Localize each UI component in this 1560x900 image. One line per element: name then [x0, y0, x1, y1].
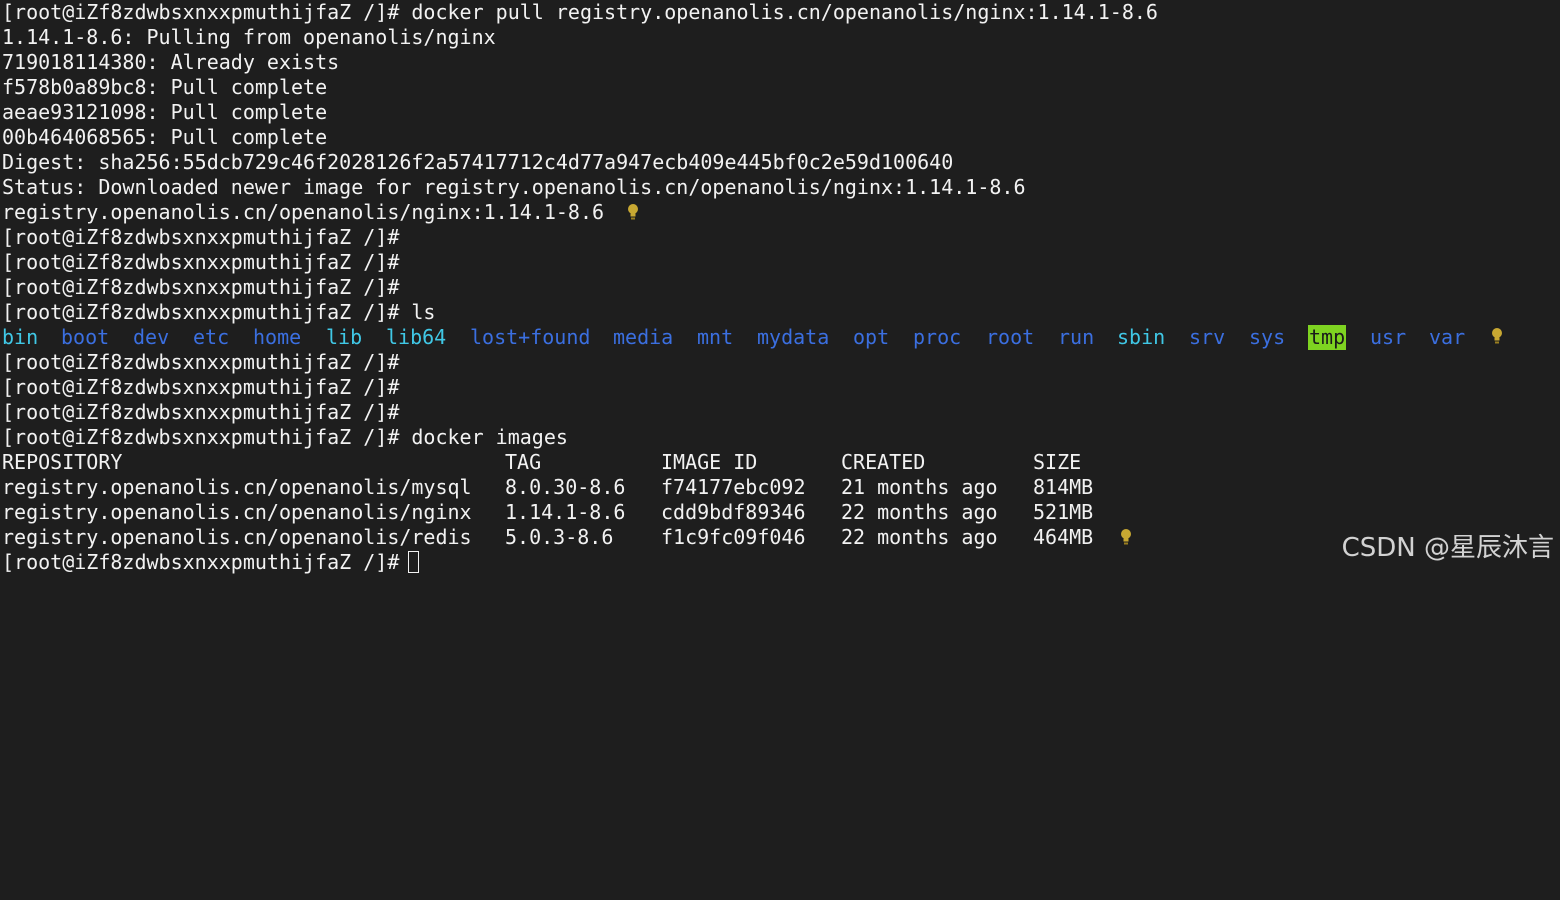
ls-entry: sbin	[1117, 325, 1166, 349]
ls-entry: etc	[193, 325, 230, 349]
ls-output: bin boot dev etc home lib lib64 lost+fou…	[2, 325, 1502, 350]
ls-entry: dev	[133, 325, 170, 349]
cursor-block[interactable]	[408, 551, 419, 573]
column-header-size: SIZE	[1033, 450, 1082, 474]
terminal-line: 719018114380: Already exists	[2, 50, 340, 74]
ls-entry: srv	[1189, 325, 1226, 349]
terminal-line: [root@iZf8zdwbsxnxxpmuthijfaZ /]#	[2, 375, 400, 399]
ls-entry: lost+found	[470, 325, 591, 349]
terminal-line: registry.openanolis.cn/openanolis/nginx:…	[2, 200, 605, 224]
cell-repository: registry.openanolis.cn/openanolis/mysql	[2, 475, 472, 499]
column-header-created: CREATED	[841, 450, 926, 474]
terminal-line: [root@iZf8zdwbsxnxxpmuthijfaZ /]#	[2, 275, 400, 299]
cell-size: 521MB	[1033, 500, 1094, 524]
ls-entry: root	[986, 325, 1035, 349]
ls-entry: proc	[913, 325, 962, 349]
lightbulb-icon[interactable]	[1120, 527, 1132, 545]
cell-image-id: f1c9fc09f046	[661, 525, 806, 549]
cell-tag: 8.0.30-8.6	[505, 475, 626, 499]
cell-image-id: f74177ebc092	[661, 475, 806, 499]
column-header-repository: REPOSITORY	[2, 450, 123, 474]
terminal-line: [root@iZf8zdwbsxnxxpmuthijfaZ /]#	[2, 350, 400, 374]
ls-entry: home	[253, 325, 302, 349]
cell-image-id: cdd9bdf89346	[661, 500, 806, 524]
ls-entry: run	[1058, 325, 1095, 349]
terminal-window[interactable]: [root@iZf8zdwbsxnxxpmuthijfaZ /]# docker…	[0, 0, 1560, 576]
table-row: registry.openanolis.cn/openanolis/mysql …	[2, 475, 1302, 500]
ls-entry: mnt	[697, 325, 734, 349]
terminal-line: 00b464068565: Pull complete	[2, 125, 328, 149]
cell-size: 814MB	[1033, 475, 1094, 499]
terminal-line: Digest: sha256:55dcb729c46f2028126f2a574…	[2, 150, 954, 174]
ls-entry: media	[613, 325, 674, 349]
lightbulb-icon[interactable]	[1491, 326, 1503, 344]
terminal-line: [root@iZf8zdwbsxnxxpmuthijfaZ /]# docker…	[2, 425, 568, 449]
terminal-line: [root@iZf8zdwbsxnxxpmuthijfaZ /]#	[2, 400, 400, 424]
ls-entry: opt	[853, 325, 890, 349]
terminal-line: [root@iZf8zdwbsxnxxpmuthijfaZ /]# ls	[2, 300, 436, 324]
terminal-line: aeae93121098: Pull complete	[2, 100, 328, 124]
terminal-line: f578b0a89bc8: Pull complete	[2, 75, 328, 99]
table-row: registry.openanolis.cn/openanolis/redis …	[2, 525, 1302, 550]
cell-repository: registry.openanolis.cn/openanolis/nginx	[2, 500, 472, 524]
terminal-line: [root@iZf8zdwbsxnxxpmuthijfaZ /]#	[2, 250, 400, 274]
ls-entry: var	[1429, 325, 1466, 349]
terminal-line: [root@iZf8zdwbsxnxxpmuthijfaZ /]# docker…	[2, 0, 1158, 24]
ls-entry-highlighted: tmp	[1308, 325, 1347, 350]
cell-tag: 1.14.1-8.6	[505, 500, 626, 524]
terminal-line: 1.14.1-8.6: Pulling from openanolis/ngin…	[2, 25, 496, 49]
column-header-image-id: IMAGE ID	[661, 450, 758, 474]
cell-created: 22 months ago	[841, 500, 998, 524]
terminal-line: Status: Downloaded newer image for regis…	[2, 175, 1026, 199]
cell-created: 22 months ago	[841, 525, 998, 549]
cell-size: 464MB	[1033, 525, 1094, 549]
cell-created: 21 months ago	[841, 475, 998, 499]
watermark: CSDN @星辰沐言	[1341, 533, 1554, 563]
terminal-line: [root@iZf8zdwbsxnxxpmuthijfaZ /]#	[2, 225, 400, 249]
cell-tag: 5.0.3-8.6	[505, 525, 614, 549]
ls-entry: usr	[1370, 325, 1407, 349]
ls-entry: lib	[326, 325, 363, 349]
images-table-header: REPOSITORY TAG IMAGE ID CREATED SIZE	[2, 450, 1302, 475]
ls-entry: boot	[61, 325, 110, 349]
ls-entry: bin	[2, 325, 39, 349]
lightbulb-icon[interactable]	[627, 202, 639, 220]
ls-entry: mydata	[757, 325, 830, 349]
ls-entry: lib64	[386, 325, 447, 349]
terminal-prompt: [root@iZf8zdwbsxnxxpmuthijfaZ /]#	[2, 550, 400, 574]
table-row: registry.openanolis.cn/openanolis/nginx …	[2, 500, 1302, 525]
ls-entry: sys	[1249, 325, 1286, 349]
column-header-tag: TAG	[505, 450, 542, 474]
cell-repository: registry.openanolis.cn/openanolis/redis	[2, 525, 472, 549]
